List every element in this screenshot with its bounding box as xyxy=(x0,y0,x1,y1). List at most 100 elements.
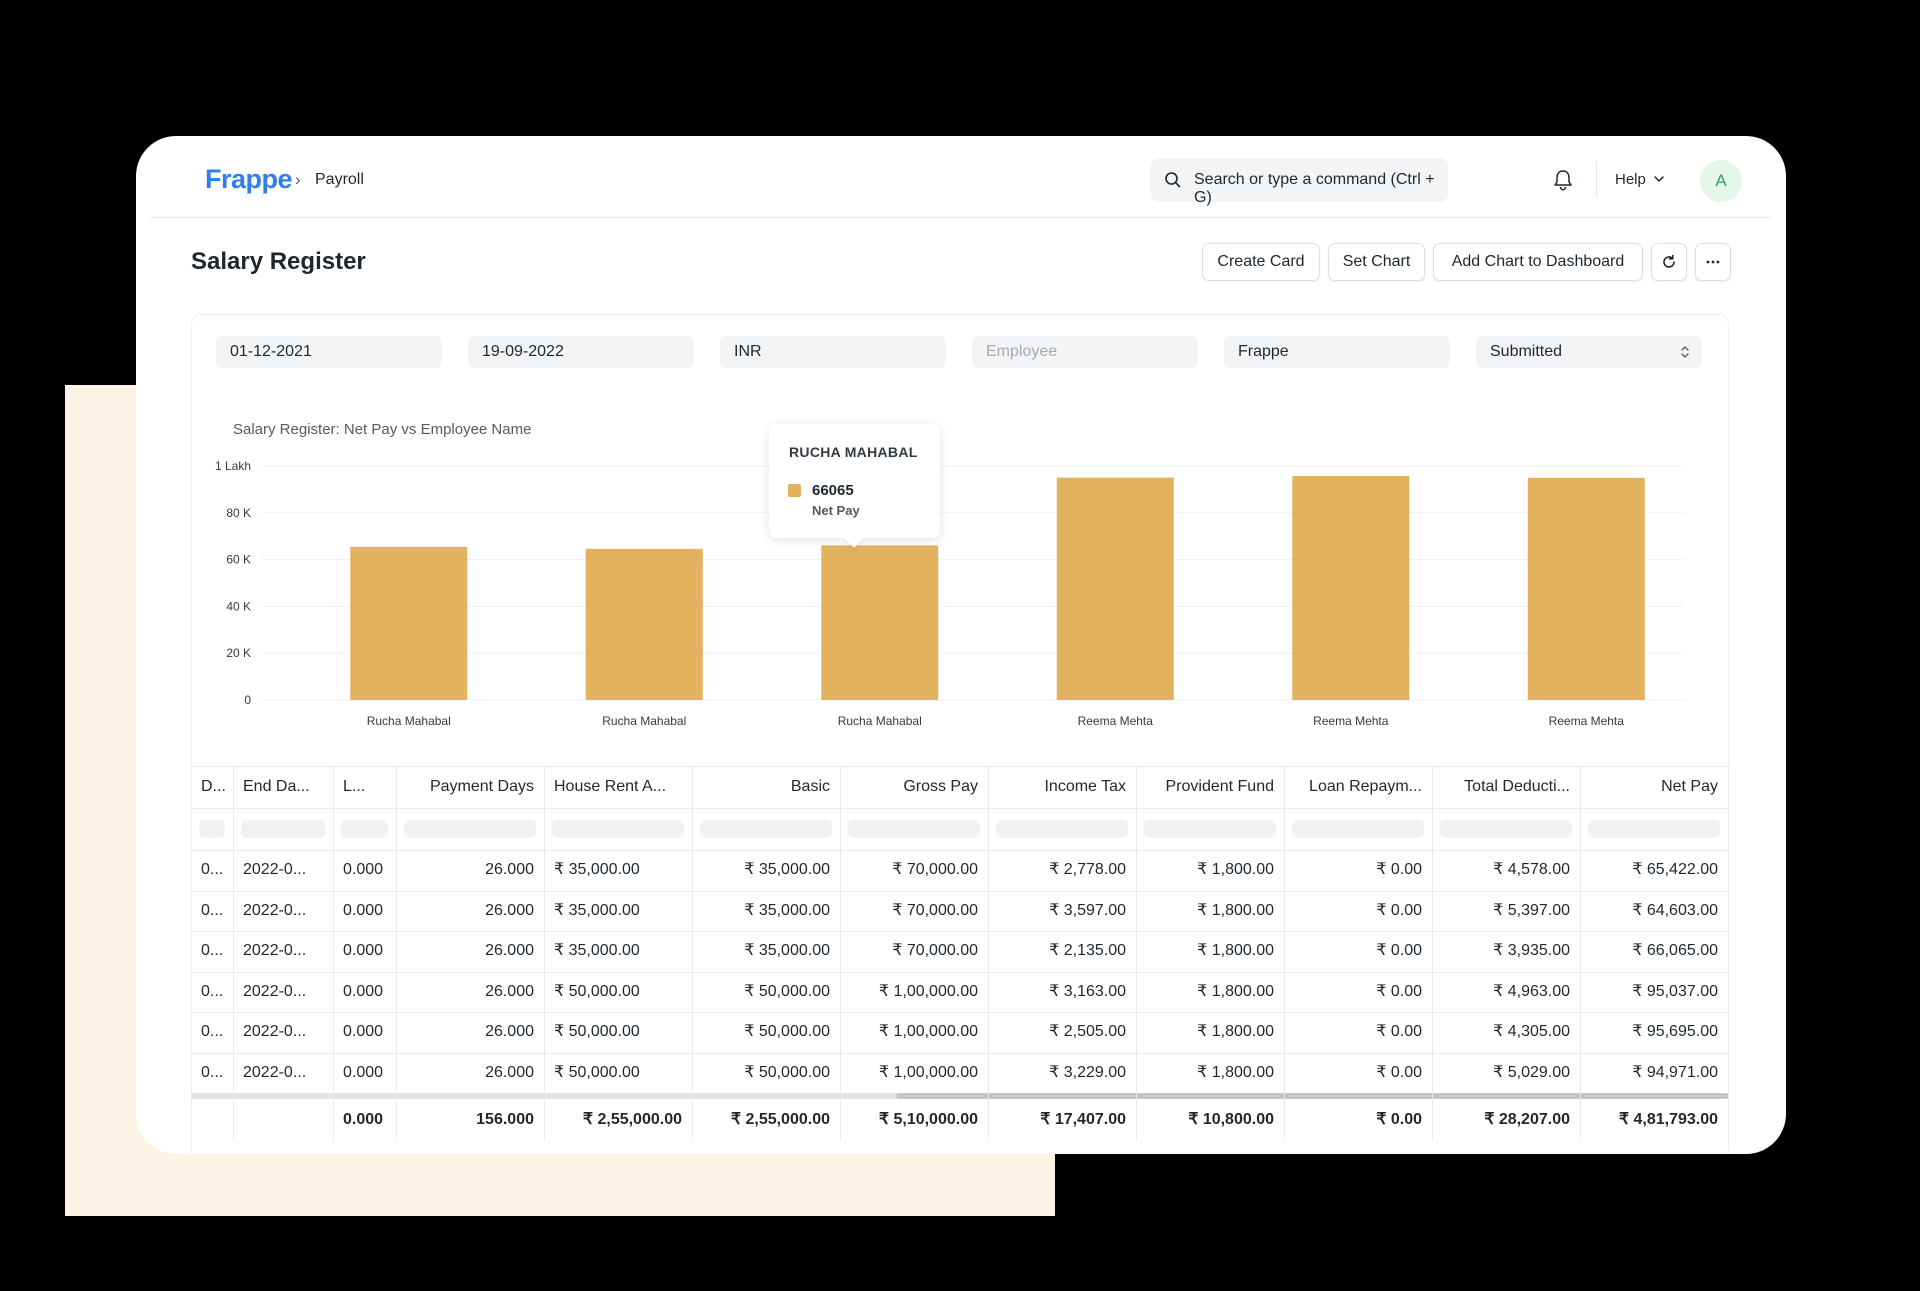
table-cell[interactable]: ₹ 5,029.00 xyxy=(1432,1053,1580,1094)
table-cell[interactable]: ₹ 35,000.00 xyxy=(692,850,840,891)
table-cell[interactable]: ₹ 65,422.00 xyxy=(1580,850,1728,891)
table-cell[interactable]: ₹ 70,000.00 xyxy=(840,850,988,891)
column-header[interactable]: Gross Pay xyxy=(840,766,988,808)
table-cell[interactable]: ₹ 2,135.00 xyxy=(988,931,1136,972)
table-cell[interactable]: ₹ 5,397.00 xyxy=(1432,891,1580,932)
column-header[interactable]: Net Pay xyxy=(1580,766,1728,808)
table-cell[interactable]: ₹ 50,000.00 xyxy=(544,1012,692,1053)
table-cell[interactable]: 2022-0... xyxy=(233,972,333,1013)
table-cell[interactable]: ₹ 35,000.00 xyxy=(692,891,840,932)
table-cell[interactable]: ₹ 4,963.00 xyxy=(1432,972,1580,1013)
column-filter-input[interactable] xyxy=(700,820,832,838)
column-header[interactable]: Basic xyxy=(692,766,840,808)
table-cell[interactable]: 0.000 xyxy=(333,1053,396,1094)
table-cell[interactable]: ₹ 64,603.00 xyxy=(1580,891,1728,932)
table-cell[interactable]: ₹ 0.00 xyxy=(1284,1053,1432,1094)
column-header[interactable]: Loan Repaym... xyxy=(1284,766,1432,808)
column-header[interactable]: End Da... xyxy=(233,766,333,808)
table-cell[interactable]: 2022-0... xyxy=(233,931,333,972)
column-filter-input[interactable] xyxy=(1144,820,1276,838)
table-cell[interactable]: 0.000 xyxy=(333,850,396,891)
table-cell[interactable]: ₹ 0.00 xyxy=(1284,972,1432,1013)
table-cell[interactable]: ₹ 95,695.00 xyxy=(1580,1012,1728,1053)
column-header[interactable]: D... xyxy=(191,766,233,808)
table-cell[interactable]: ₹ 50,000.00 xyxy=(692,1012,840,1053)
table-cell[interactable]: ₹ 50,000.00 xyxy=(544,1053,692,1094)
table-cell[interactable]: ₹ 1,800.00 xyxy=(1136,931,1284,972)
table-cell[interactable]: ₹ 0.00 xyxy=(1284,931,1432,972)
table-cell[interactable]: 0... xyxy=(191,972,233,1013)
table-cell[interactable]: 2022-0... xyxy=(233,1012,333,1053)
column-filter-input[interactable] xyxy=(848,820,980,838)
column-filter-input[interactable] xyxy=(241,820,325,838)
table-cell[interactable]: 26.000 xyxy=(396,850,544,891)
column-filter-input[interactable] xyxy=(341,820,388,838)
table-cell[interactable]: ₹ 70,000.00 xyxy=(840,891,988,932)
table-cell[interactable]: ₹ 3,935.00 xyxy=(1432,931,1580,972)
column-filter-input[interactable] xyxy=(199,820,225,838)
table-cell[interactable]: ₹ 35,000.00 xyxy=(544,891,692,932)
table-cell[interactable]: ₹ 1,800.00 xyxy=(1136,850,1284,891)
bar[interactable] xyxy=(821,545,939,700)
table-cell[interactable]: 0... xyxy=(191,1012,233,1053)
table-cell[interactable]: ₹ 1,800.00 xyxy=(1136,1012,1284,1053)
table-cell[interactable]: 0... xyxy=(191,850,233,891)
table-cell[interactable]: 26.000 xyxy=(396,1053,544,1094)
table-cell[interactable]: ₹ 70,000.00 xyxy=(840,931,988,972)
table-cell[interactable]: 0... xyxy=(191,1053,233,1094)
table-cell[interactable]: 2022-0... xyxy=(233,850,333,891)
bar[interactable] xyxy=(350,546,468,700)
table-cell[interactable]: 0... xyxy=(191,931,233,972)
table-cell[interactable]: ₹ 0.00 xyxy=(1284,850,1432,891)
table-cell[interactable]: 2022-0... xyxy=(233,891,333,932)
column-filter-input[interactable] xyxy=(1588,820,1720,838)
table-cell[interactable]: 0... xyxy=(191,891,233,932)
bar[interactable] xyxy=(1527,477,1645,700)
bar[interactable] xyxy=(1292,476,1410,700)
table-cell[interactable]: ₹ 66,065.00 xyxy=(1580,931,1728,972)
table-cell[interactable]: 26.000 xyxy=(396,1012,544,1053)
column-header[interactable]: Provident Fund xyxy=(1136,766,1284,808)
column-header[interactable]: Total Deducti... xyxy=(1432,766,1580,808)
table-cell[interactable]: ₹ 1,00,000.00 xyxy=(840,972,988,1013)
table-cell[interactable]: ₹ 35,000.00 xyxy=(544,931,692,972)
table-cell[interactable]: ₹ 35,000.00 xyxy=(692,931,840,972)
table-cell[interactable]: 0.000 xyxy=(333,931,396,972)
table-cell[interactable]: ₹ 1,800.00 xyxy=(1136,1053,1284,1094)
column-filter-input[interactable] xyxy=(996,820,1128,838)
bar[interactable] xyxy=(585,548,703,700)
column-header[interactable]: Payment Days xyxy=(396,766,544,808)
table-cell[interactable]: 0.000 xyxy=(333,972,396,1013)
table-cell[interactable]: ₹ 1,00,000.00 xyxy=(840,1053,988,1094)
table-cell[interactable]: 0.000 xyxy=(333,891,396,932)
table-cell[interactable]: 0.000 xyxy=(333,1012,396,1053)
table-cell[interactable]: ₹ 4,305.00 xyxy=(1432,1012,1580,1053)
table-cell[interactable]: ₹ 3,597.00 xyxy=(988,891,1136,932)
table-cell[interactable]: ₹ 2,778.00 xyxy=(988,850,1136,891)
table-cell[interactable]: ₹ 50,000.00 xyxy=(544,972,692,1013)
table-cell[interactable]: ₹ 3,163.00 xyxy=(988,972,1136,1013)
column-filter-input[interactable] xyxy=(404,820,536,838)
column-filter-input[interactable] xyxy=(1440,820,1572,838)
bar[interactable] xyxy=(1056,477,1174,700)
column-header[interactable]: L... xyxy=(333,766,396,808)
table-cell[interactable]: ₹ 4,578.00 xyxy=(1432,850,1580,891)
table-cell[interactable]: 2022-0... xyxy=(233,1053,333,1094)
table-cell[interactable]: ₹ 95,037.00 xyxy=(1580,972,1728,1013)
table-cell[interactable]: ₹ 1,800.00 xyxy=(1136,972,1284,1013)
table-cell[interactable]: ₹ 0.00 xyxy=(1284,1012,1432,1053)
table-cell[interactable]: ₹ 50,000.00 xyxy=(692,1053,840,1094)
table-cell[interactable]: 26.000 xyxy=(396,972,544,1013)
table-cell[interactable]: ₹ 1,00,000.00 xyxy=(840,1012,988,1053)
column-filter-input[interactable] xyxy=(1292,820,1424,838)
column-filter-input[interactable] xyxy=(552,820,684,838)
column-header[interactable]: House Rent A... xyxy=(544,766,692,808)
table-cell[interactable]: ₹ 1,800.00 xyxy=(1136,891,1284,932)
table-cell[interactable]: ₹ 2,505.00 xyxy=(988,1012,1136,1053)
table-cell[interactable]: ₹ 50,000.00 xyxy=(692,972,840,1013)
table-cell[interactable]: 26.000 xyxy=(396,931,544,972)
table-cell[interactable]: 26.000 xyxy=(396,891,544,932)
table-cell[interactable]: ₹ 94,971.00 xyxy=(1580,1053,1728,1094)
table-cell[interactable]: ₹ 0.00 xyxy=(1284,891,1432,932)
table-cell[interactable]: ₹ 3,229.00 xyxy=(988,1053,1136,1094)
